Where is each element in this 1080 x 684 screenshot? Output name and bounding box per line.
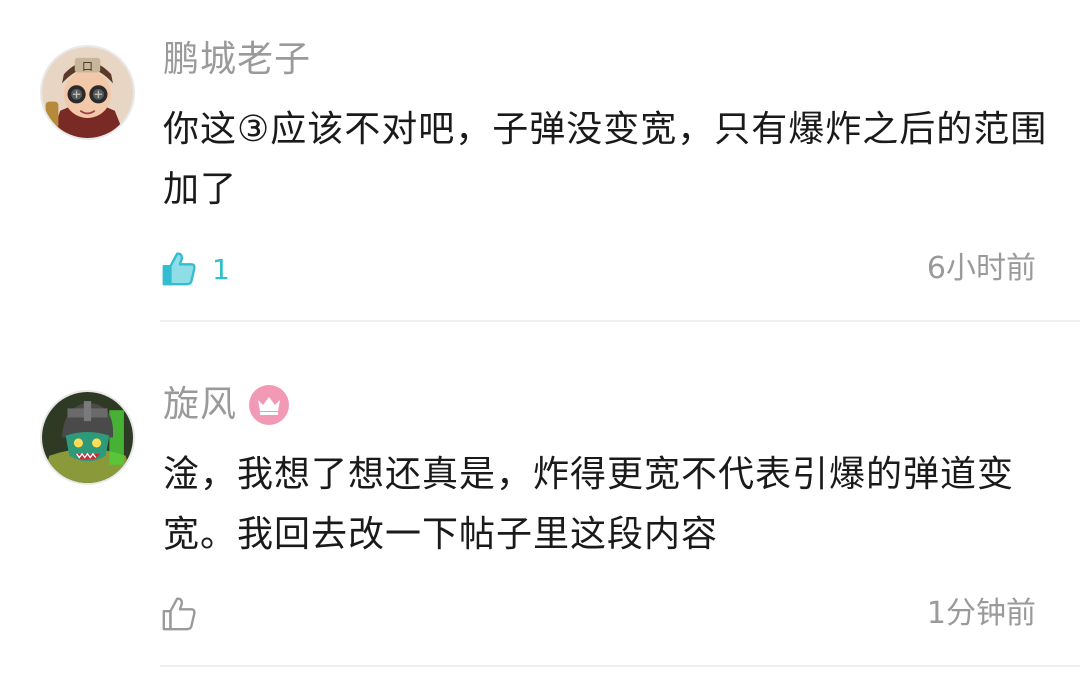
username[interactable]: 旋风: [163, 383, 237, 427]
like-button[interactable]: 1: [160, 247, 230, 291]
like-count: 1: [212, 252, 230, 286]
username-row: 鹏城老子: [163, 38, 311, 82]
divider: [160, 665, 1080, 667]
crown-icon: [249, 385, 290, 425]
avatar-image: 口: [42, 47, 133, 138]
avatar-image: [42, 392, 133, 483]
thumbs-up-icon[interactable]: [160, 250, 198, 288]
username-row: 旋风: [163, 383, 290, 427]
avatar[interactable]: 口: [40, 45, 135, 140]
comment-item: 口 鹏城老子 你这③应该不对吧，子弹没变宽，只有爆炸之后的范围加了 1 6小时前: [0, 0, 1080, 322]
thumbs-up-icon[interactable]: [160, 595, 198, 633]
username[interactable]: 鹏城老子: [163, 38, 311, 82]
divider: [160, 320, 1080, 322]
like-button[interactable]: [160, 592, 212, 636]
comment-list: 口 鹏城老子 你这③应该不对吧，子弹没变宽，只有爆炸之后的范围加了 1 6小时前…: [0, 0, 1080, 684]
svg-text:口: 口: [82, 60, 93, 73]
avatar[interactable]: [40, 390, 135, 485]
timestamp: 1分钟前: [926, 596, 1036, 631]
comment-item: 旋风 淦，我想了想还真是，炸得更宽不代表引爆的弹道变宽。我回去改一下帖子里这段内…: [0, 345, 1080, 667]
comment-content: 淦，我想了想还真是，炸得更宽不代表引爆的弹道变宽。我回去改一下帖子里这段内容: [163, 454, 1015, 555]
comment-content: 你这③应该不对吧，子弹没变宽，只有爆炸之后的范围加了: [163, 109, 1048, 210]
timestamp: 6小时前: [926, 251, 1036, 286]
